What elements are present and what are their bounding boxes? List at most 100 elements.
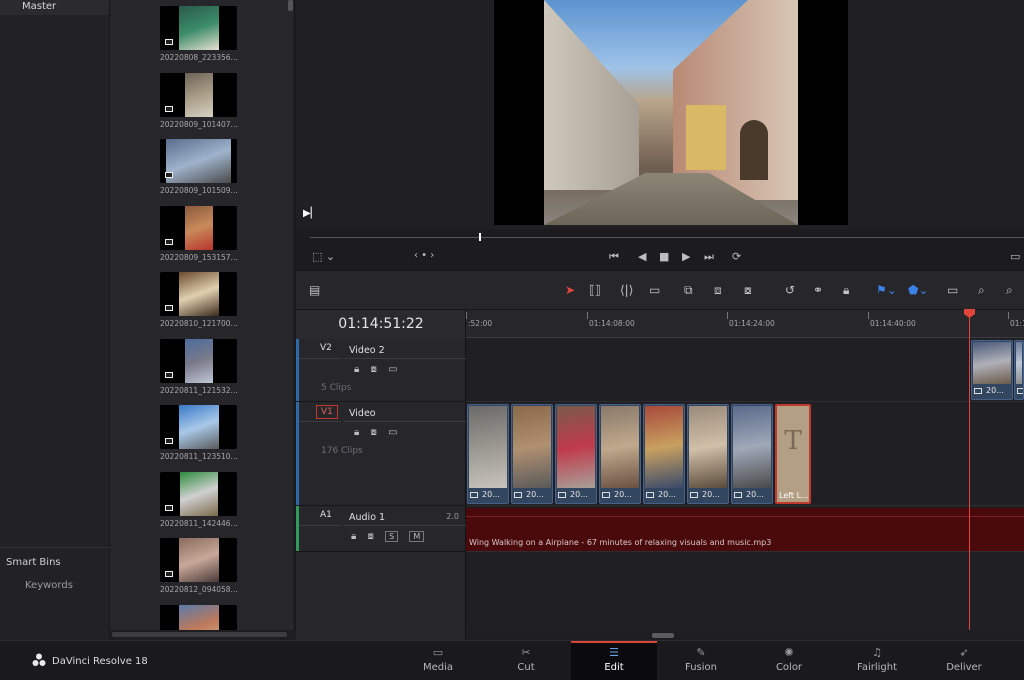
page-tab-cut[interactable]: ✂ Cut [483, 641, 569, 680]
video-clip[interactable]: 20... [599, 404, 641, 504]
media-pool-horizontal-scrollbar[interactable] [110, 630, 295, 640]
timeline-view-options-icon[interactable]: ▤ [309, 283, 320, 297]
image-clip-icon [974, 388, 982, 394]
track-id[interactable]: V1 [316, 405, 338, 419]
linked-selection-icon[interactable]: ⚭ [813, 283, 823, 297]
media-pool-clip[interactable]: 20220811_123510... [160, 405, 238, 461]
image-clip-icon [558, 492, 566, 498]
video-clip[interactable]: 20... [731, 404, 773, 504]
clip-thumbnail[interactable] [160, 338, 237, 383]
marker-icon[interactable]: ⬟⌄ [908, 283, 928, 297]
deliver-page-icon: ➶ [959, 646, 969, 659]
zoom-full-icon[interactable]: ▭ [947, 283, 958, 297]
clip-thumbnail[interactable] [160, 205, 237, 250]
viewer-scrubber[interactable] [296, 229, 1024, 245]
lock-track-icon[interactable]: 🔒︎ [354, 364, 359, 375]
media-pool-clip[interactable]: 20220810_121700... [160, 272, 238, 328]
track-enable-icon[interactable]: ▭ [388, 364, 397, 375]
media-pool-clip[interactable]: 20220808_223356... [160, 6, 238, 62]
clip-thumbnail[interactable] [160, 272, 237, 316]
solo-button[interactable]: S [385, 531, 399, 542]
flag-icon[interactable]: ⚑⌄ [876, 283, 897, 297]
skip-to-start-button[interactable]: ⏮ [609, 250, 619, 264]
video-clip[interactable]: 20... [511, 404, 553, 504]
video-clip[interactable]: 20... [467, 404, 509, 504]
image-clip-icon [165, 305, 173, 311]
auto-select-icon[interactable]: ⧇ [371, 427, 377, 438]
clip-label: 20... [482, 490, 500, 499]
crop-icon[interactable]: ⬚ ⌄ [312, 250, 335, 263]
page-tab-color[interactable]: ✺ Color [746, 641, 832, 680]
track-enable-icon[interactable]: ▭ [388, 427, 397, 438]
lock-track-icon[interactable]: 🔒︎ [351, 531, 356, 542]
zoom-detail-icon[interactable]: ⌕ [978, 283, 985, 298]
overwrite-clip-icon[interactable]: ⧈ [714, 283, 722, 298]
video-clip[interactable]: 20... [687, 404, 729, 504]
scrub-head[interactable] [479, 233, 481, 241]
media-pool-clip[interactable]: 20220809_153157... [160, 205, 238, 262]
media-pool-scrollbar[interactable] [288, 0, 293, 11]
page-tab-fusion[interactable]: ✎ Fusion [658, 641, 744, 680]
page-tab-fairlight[interactable]: ♫ Fairlight [834, 641, 920, 680]
page-tab-deliver[interactable]: ➶ Deliver [921, 641, 1007, 680]
skip-to-end-button[interactable]: ⏭ [704, 250, 714, 264]
jog-control[interactable]: ‹ • › [414, 250, 434, 261]
selection-tool-icon[interactable]: ➤ [565, 283, 575, 297]
smart-bin-keywords[interactable]: Keywords [0, 568, 110, 591]
smart-bins-header[interactable]: Smart Bins [0, 548, 110, 568]
title-clip[interactable]: T Left L... [775, 404, 811, 504]
clip-thumbnail[interactable] [160, 72, 237, 117]
insert-clip-icon[interactable]: ⧉ [684, 283, 693, 298]
stop-button[interactable]: ■ [659, 250, 669, 263]
track-name[interactable]: Audio 1 [349, 512, 385, 523]
mute-button[interactable]: M [409, 531, 425, 542]
trim-tool-icon[interactable]: ⟦⟧ [589, 283, 601, 297]
clip-thumbnail[interactable] [160, 538, 237, 582]
track-name[interactable]: Video 2 [349, 345, 385, 356]
timecode-display[interactable]: 01:14:51:22 [296, 316, 466, 332]
audio-clip[interactable]: Wing Walking on a Airplane - 67 minutes … [466, 508, 1024, 551]
replace-clip-icon[interactable]: ⧇ [744, 283, 752, 298]
video-clip[interactable] [1014, 340, 1024, 400]
scroll-thumb[interactable] [112, 632, 287, 637]
auto-select-icon[interactable]: ⧇ [371, 364, 377, 375]
clip-thumbnail[interactable] [160, 139, 237, 183]
track-name[interactable]: Video [349, 408, 376, 419]
timeline-horizontal-scrollbar[interactable] [466, 630, 1024, 640]
media-pool-clip[interactable]: 20220809_101407... [160, 72, 238, 129]
play-pause-icon[interactable]: ▶▏ [303, 208, 318, 219]
scroll-thumb[interactable] [652, 633, 674, 638]
track-header-a1[interactable]: A1 Audio 1 2.0 🔒︎ ⧇ S M [296, 506, 466, 552]
scrub-bar[interactable] [310, 237, 1024, 238]
clip-thumbnail[interactable] [160, 405, 237, 449]
track-header-v1[interactable]: V1 Video 🔒︎ ⧇ ▭ 176 Clips [296, 402, 466, 506]
zoom-custom-icon[interactable]: ⌕ [1006, 283, 1013, 298]
auto-select-icon[interactable]: ⧇ [368, 531, 374, 542]
video-clip[interactable]: 20... [971, 340, 1013, 400]
lock-track-icon[interactable]: 🔒︎ [354, 427, 359, 438]
snapping-icon[interactable]: ↺ [785, 283, 795, 297]
loop-button[interactable]: ⟳ [732, 250, 741, 263]
track-lane-v2[interactable] [466, 338, 1024, 402]
page-tab-edit[interactable]: ☰ Edit [571, 641, 657, 680]
media-pool-clip[interactable]: 20220811_142446... [160, 471, 238, 528]
clip-thumbnail[interactable] [160, 6, 237, 50]
media-pool-clip[interactable]: 20220809_101509... [160, 139, 238, 195]
dynamic-trim-icon[interactable]: ⟨|⟩ [620, 283, 633, 297]
viewer-options-icon[interactable]: ▭ [1010, 250, 1020, 263]
track-header-v2[interactable]: V2 Video 2 🔒︎ ⧇ ▭ 5 Clips [296, 339, 466, 402]
page-tab-media[interactable]: ▭ Media [395, 641, 481, 680]
blade-tool-icon[interactable]: ▭ [649, 283, 660, 297]
track-lane-empty [466, 552, 1024, 630]
video-clip[interactable]: 20... [555, 404, 597, 504]
bin-master[interactable]: Master [0, 0, 109, 15]
clip-thumbnail[interactable] [160, 471, 237, 516]
media-pool-clip[interactable]: 20220812_094058... [160, 538, 238, 594]
timeline-ruler[interactable]: :52:00 01:14:08:00 01:14:24:00 01:14:40:… [466, 310, 1024, 338]
play-button[interactable]: ▶ [682, 250, 690, 263]
position-lock-icon[interactable]: 🔒︎ [843, 283, 849, 298]
video-clip[interactable]: 20... [643, 404, 685, 504]
reverse-play-button[interactable]: ◀ [638, 250, 646, 263]
playhead[interactable] [969, 310, 970, 640]
media-pool-clip[interactable]: 20220811_121532... [160, 338, 238, 395]
